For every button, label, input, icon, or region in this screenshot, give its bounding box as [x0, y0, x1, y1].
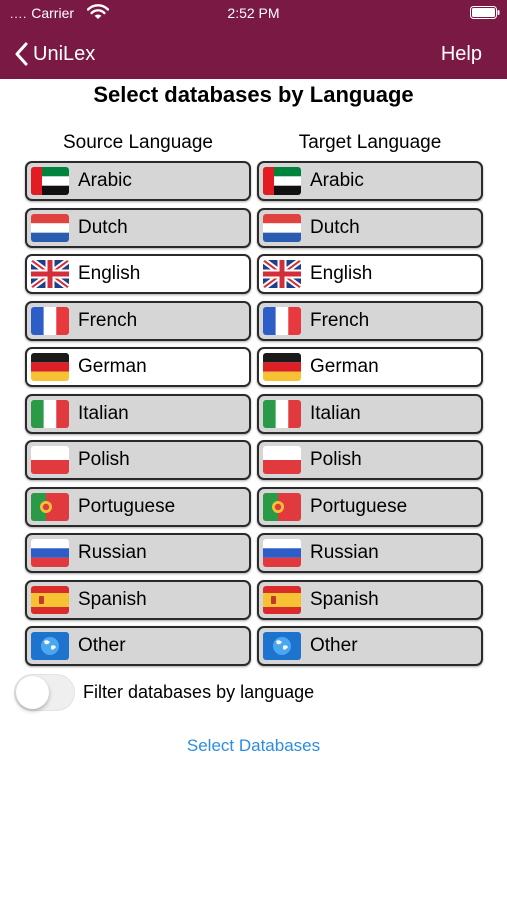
- toggle-knob: [16, 675, 49, 709]
- source-language-button-arabic[interactable]: Arabic: [25, 161, 251, 201]
- language-label: English: [310, 263, 373, 284]
- language-label: Italian: [310, 402, 361, 424]
- germany-flag-icon: [31, 353, 69, 381]
- language-label: Portuguese: [78, 495, 176, 517]
- target-language-heading: Target Language: [298, 132, 442, 153]
- language-label: Arabic: [310, 170, 364, 191]
- language-label: German: [78, 356, 147, 377]
- france-flag-icon: [263, 306, 301, 335]
- target-language-button-german[interactable]: German: [257, 347, 483, 387]
- source-language-button-portuguese[interactable]: Portuguese: [25, 486, 251, 527]
- battery-icon: [470, 6, 500, 19]
- language-label: Polish: [310, 449, 362, 470]
- source-language-button-french[interactable]: French: [25, 300, 251, 341]
- filter-toggle[interactable]: [14, 673, 75, 711]
- spain-flag-icon: [31, 585, 69, 614]
- russia-flag-icon: [31, 539, 69, 567]
- language-label: Polish: [78, 449, 130, 470]
- language-label: Spanish: [310, 588, 379, 610]
- germany-flag-icon: [263, 353, 301, 381]
- target-language-list: Arabic Dutch English French German Italian Pol…: [257, 161, 483, 673]
- source-language-button-italian[interactable]: Italian: [25, 393, 251, 434]
- source-language-button-english[interactable]: English: [25, 254, 251, 294]
- italy-flag-icon: [31, 399, 69, 428]
- language-label: Portuguese: [310, 495, 408, 517]
- target-language-button-portuguese[interactable]: Portuguese: [257, 486, 483, 527]
- language-label: German: [310, 356, 379, 377]
- language-label: Spanish: [78, 588, 147, 610]
- spain-flag-icon: [263, 585, 301, 614]
- source-language-button-other[interactable]: Other: [25, 626, 251, 666]
- source-language-button-spanish[interactable]: Spanish: [25, 579, 251, 620]
- globe-icon: [263, 632, 301, 660]
- navigation-bar: .... Carrier 2:52 PM UniLex Help: [0, 0, 507, 79]
- help-button[interactable]: Help: [441, 39, 482, 69]
- language-label: Russian: [310, 542, 379, 563]
- back-button[interactable]: UniLex: [14, 39, 95, 69]
- source-language-heading: Source Language: [62, 132, 213, 153]
- target-language-button-italian[interactable]: Italian: [257, 393, 483, 434]
- language-label: English: [78, 263, 141, 284]
- language-label: French: [78, 309, 138, 331]
- uk-flag-icon: [263, 260, 301, 288]
- language-label: Italian: [78, 402, 129, 424]
- uae-flag-icon: [263, 167, 301, 195]
- portugal-flag-icon: [31, 492, 69, 521]
- status-time: 2:52 PM: [227, 5, 280, 21]
- language-label: Russian: [78, 542, 147, 563]
- source-language-button-german[interactable]: German: [25, 347, 251, 387]
- source-language-button-dutch[interactable]: Dutch: [25, 207, 251, 248]
- target-language-button-english[interactable]: English: [257, 254, 483, 294]
- netherlands-flag-icon: [31, 213, 69, 242]
- target-language-button-russian[interactable]: Russian: [257, 533, 483, 573]
- uk-flag-icon: [31, 260, 69, 288]
- language-label: Dutch: [310, 216, 360, 238]
- source-language-button-polish[interactable]: Polish: [25, 440, 251, 480]
- target-language-button-arabic[interactable]: Arabic: [257, 161, 483, 201]
- target-language-button-other[interactable]: Other: [257, 626, 483, 666]
- language-label: Arabic: [78, 170, 132, 191]
- language-label: Other: [310, 635, 358, 656]
- chevron-left-icon: [15, 42, 28, 66]
- back-button-label: UniLex: [33, 42, 96, 65]
- language-label: Dutch: [78, 216, 128, 238]
- target-language-button-dutch[interactable]: Dutch: [257, 207, 483, 248]
- source-language-button-russian[interactable]: Russian: [25, 533, 251, 573]
- uae-flag-icon: [31, 167, 69, 195]
- language-label: Other: [78, 635, 126, 656]
- target-language-button-spanish[interactable]: Spanish: [257, 579, 483, 620]
- netherlands-flag-icon: [263, 213, 301, 242]
- globe-icon: [31, 632, 69, 660]
- poland-flag-icon: [263, 446, 301, 474]
- source-language-list: Arabic Dutch English French German Italian Pol…: [25, 161, 251, 673]
- select-databases-button[interactable]: Select Databases: [0, 735, 507, 757]
- filter-label: Filter databases by language: [83, 682, 315, 702]
- poland-flag-icon: [31, 446, 69, 474]
- france-flag-icon: [31, 306, 69, 335]
- portugal-flag-icon: [263, 492, 301, 521]
- language-label: French: [310, 309, 370, 331]
- italy-flag-icon: [263, 399, 301, 428]
- target-language-button-polish[interactable]: Polish: [257, 440, 483, 480]
- russia-flag-icon: [263, 539, 301, 567]
- filter-row: Filter databases by language: [14, 672, 314, 712]
- page-title: Select databases by Language: [93, 82, 414, 107]
- target-language-button-french[interactable]: French: [257, 300, 483, 341]
